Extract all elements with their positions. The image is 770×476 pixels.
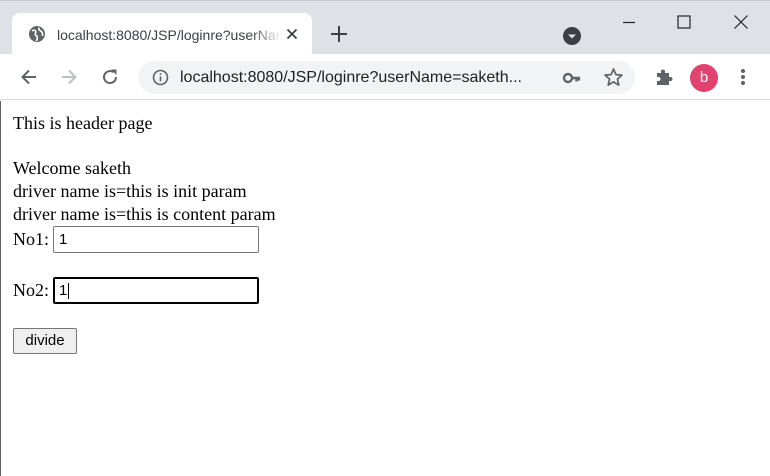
no1-label: No1: xyxy=(13,229,49,249)
content-param-text: driver name is=this is content param xyxy=(13,204,276,224)
back-arrow-icon[interactable] xyxy=(19,67,39,87)
no1-input[interactable]: 1 xyxy=(53,226,259,253)
window-close-icon[interactable] xyxy=(731,12,751,32)
tab-strip: localhost:8080/JSP/loginre?userName=sake… xyxy=(0,0,770,55)
browser-toolbar: localhost:8080/JSP/loginre?userName=sake… xyxy=(0,54,770,100)
header-text: This is header page xyxy=(13,113,153,133)
address-url[interactable]: localhost:8080/JSP/loginre?userName=sake… xyxy=(180,67,560,89)
no1-value: 1 xyxy=(59,231,68,248)
minimize-icon[interactable] xyxy=(619,12,639,32)
page-content: This is header page Welcome saketh drive… xyxy=(0,101,770,476)
init-param-text: driver name is=this is init param xyxy=(13,181,247,201)
key-icon[interactable] xyxy=(562,68,582,88)
tab-search-icon[interactable] xyxy=(561,25,583,47)
browser-tab[interactable]: localhost:8080/JSP/loginre?userName=sake… xyxy=(12,13,312,55)
extensions-puzzle-icon[interactable] xyxy=(653,67,674,88)
new-tab-icon[interactable] xyxy=(329,24,349,44)
forward-arrow-icon[interactable] xyxy=(59,67,79,87)
close-tab-icon[interactable] xyxy=(284,26,300,42)
address-bar[interactable]: localhost:8080/JSP/loginre?userName=sake… xyxy=(138,61,635,94)
no2-value: 1 xyxy=(59,282,68,299)
no2-input[interactable]: 1 xyxy=(53,277,259,304)
profile-avatar[interactable]: b xyxy=(690,64,718,92)
bookmark-star-icon[interactable] xyxy=(603,67,624,88)
divide-button[interactable]: divide xyxy=(13,328,77,354)
globe-icon xyxy=(29,26,45,42)
tab-title: localhost:8080/JSP/loginre?userName=sake… xyxy=(57,27,282,43)
no2-label: No2: xyxy=(13,280,49,300)
more-menu-icon[interactable] xyxy=(735,67,751,87)
reload-icon[interactable] xyxy=(100,67,120,87)
text-caret xyxy=(68,283,70,300)
site-info-icon[interactable] xyxy=(152,69,169,86)
maximize-icon[interactable] xyxy=(674,12,694,32)
welcome-text: Welcome saketh xyxy=(13,158,132,178)
